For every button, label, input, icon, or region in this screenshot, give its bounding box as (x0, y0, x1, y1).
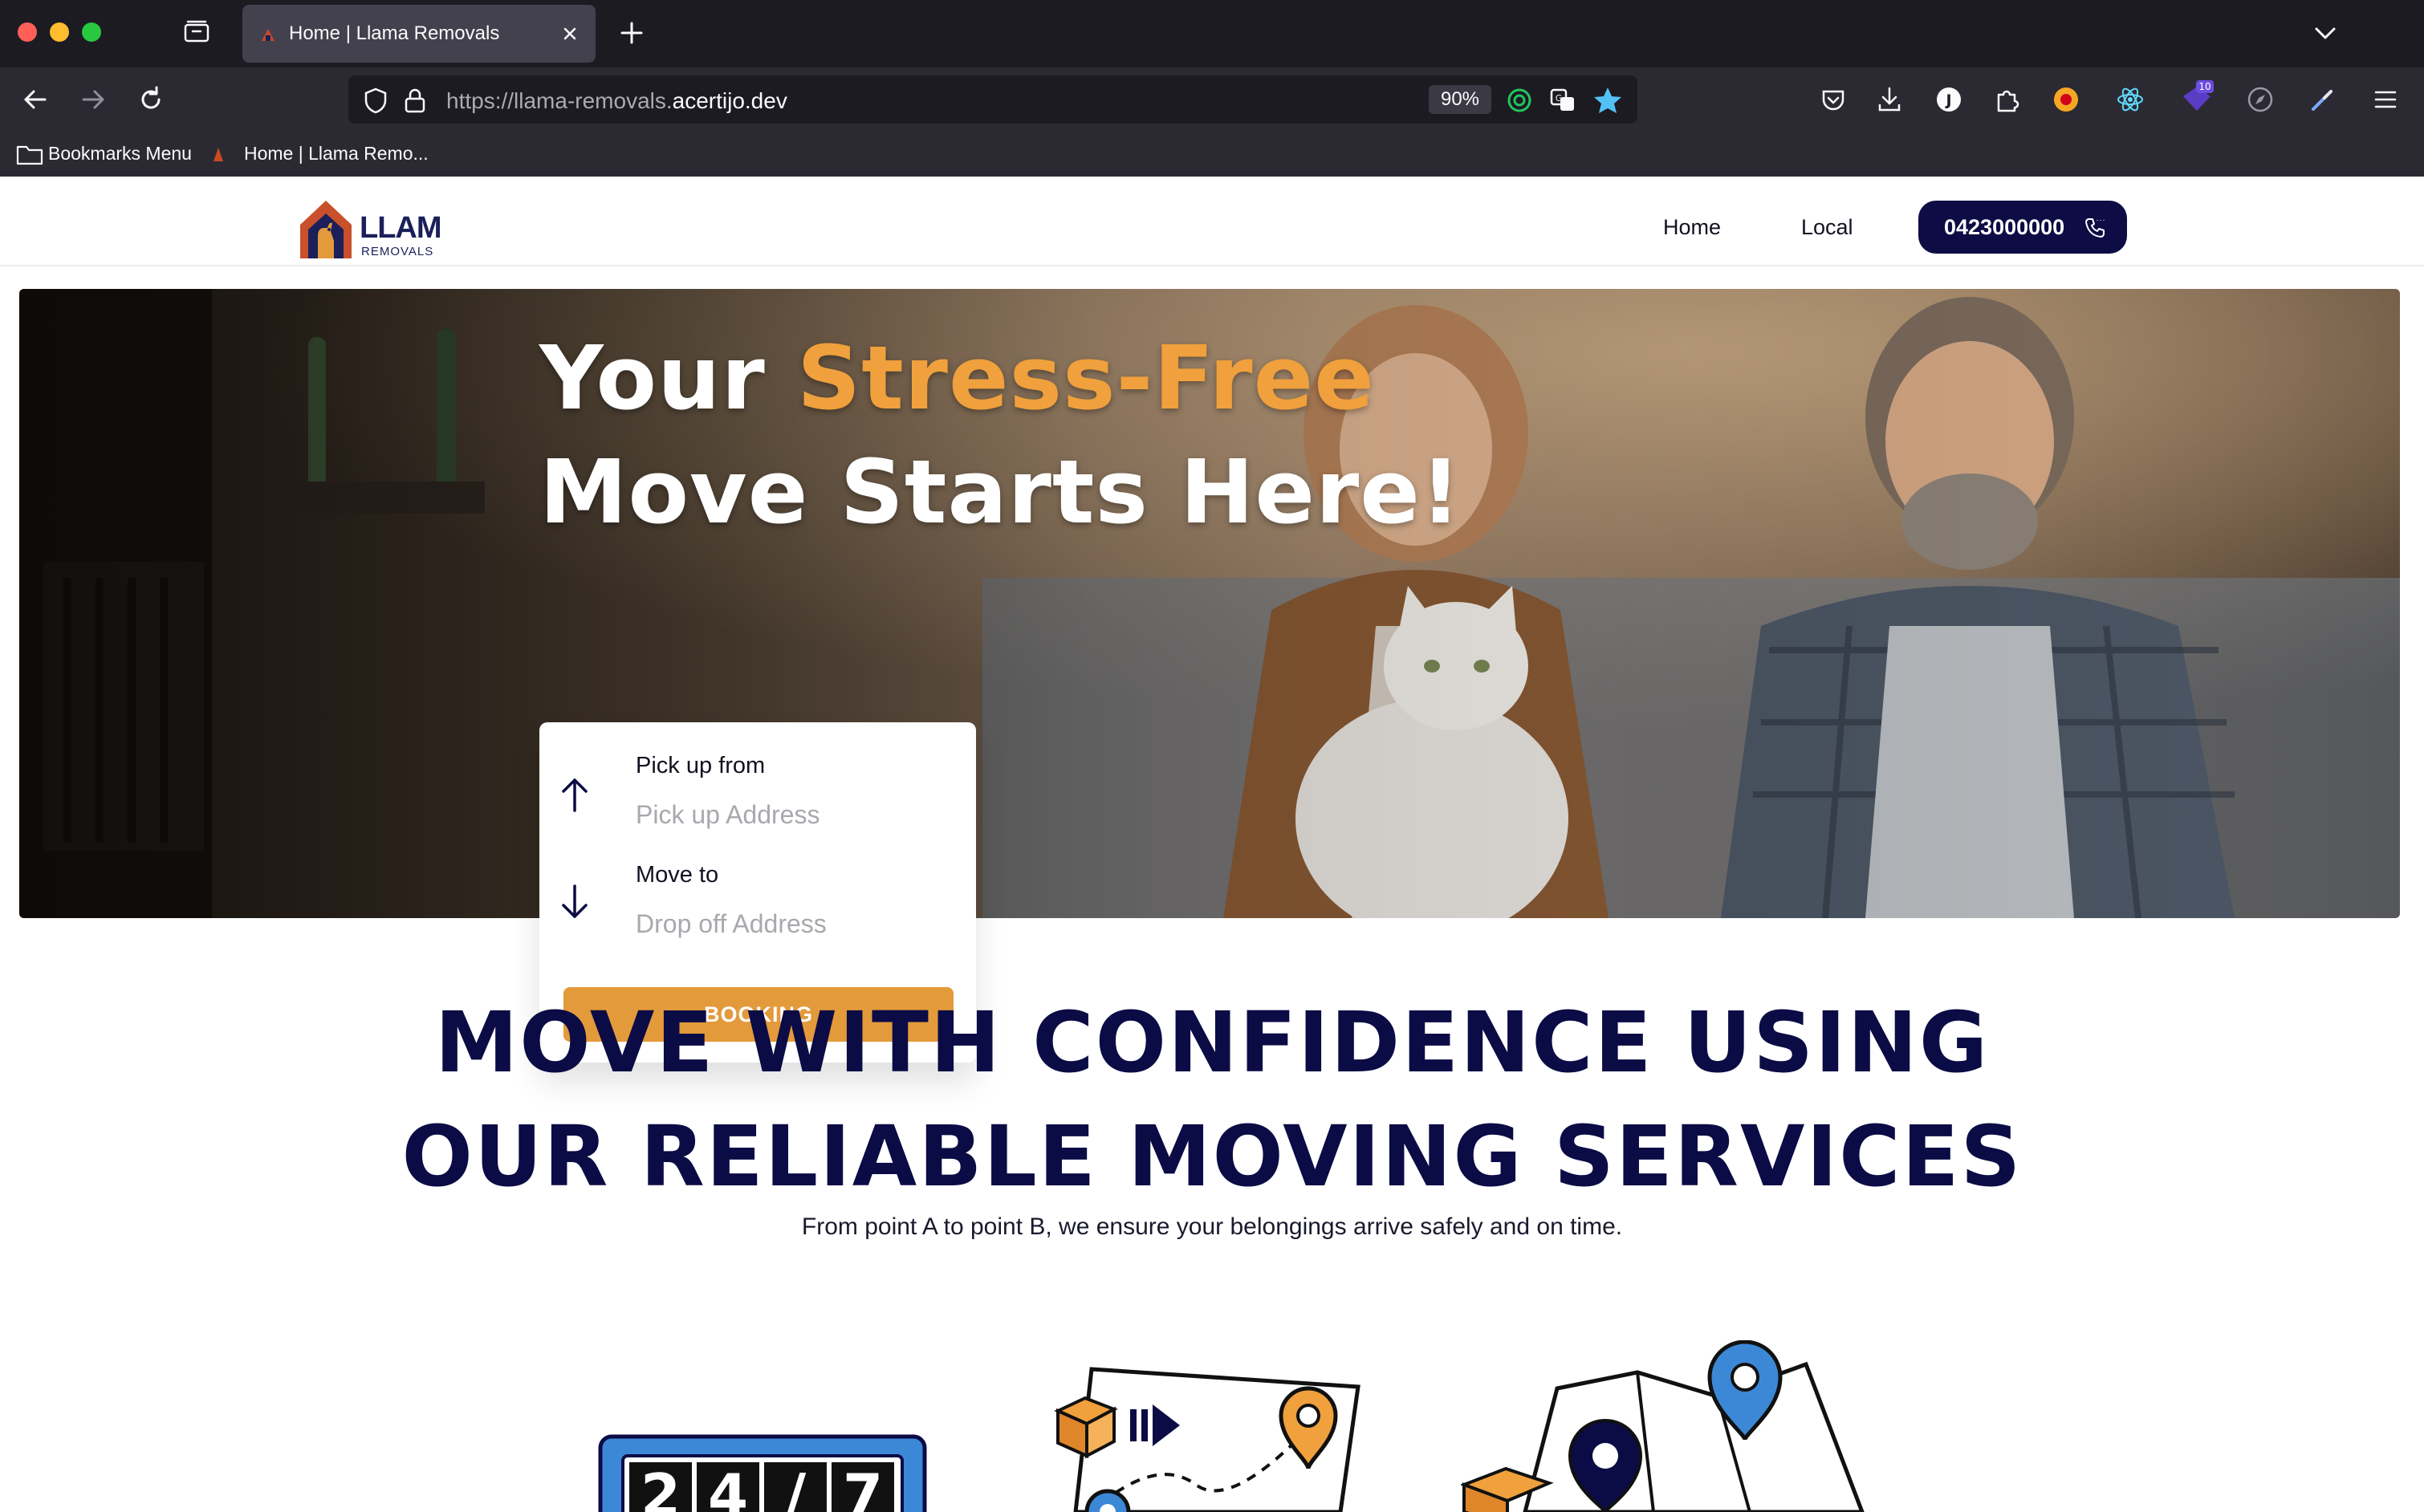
react-devtools-icon[interactable] (2114, 83, 2146, 116)
route-delivery-illustration-icon (1054, 1367, 1360, 1512)
downloads-icon[interactable] (1873, 83, 1905, 116)
logo-subtext: REMOVALS (361, 245, 433, 258)
services-subtitle: From point A to point B, we ensure your … (801, 1213, 1623, 1240)
llama-favicon-icon (214, 148, 223, 161)
compass-icon[interactable] (2244, 83, 2276, 116)
hero-title-accent: Stress-Free (796, 327, 1375, 429)
svg-text:J: J (1944, 91, 1951, 109)
clock-digit-2: 4 (708, 1461, 748, 1512)
nav-link-home[interactable]: Home (1663, 215, 1721, 240)
services-title-line2: OUR RELIABLE MOVING SERVICES (401, 1108, 2023, 1205)
llama-removals-logo[interactable]: LLAMA REMOVALS (297, 196, 441, 260)
reload-icon[interactable] (135, 83, 167, 116)
address-bar[interactable]: https://llama-removals.acertijo.dev 90% … (348, 75, 1637, 124)
bookmark-home-item[interactable]: Home | Llama Remo... (244, 143, 429, 165)
close-window-button[interactable] (18, 22, 37, 42)
extensions-puzzle-icon[interactable] (1991, 83, 2023, 116)
colorful-extension-icon[interactable] (2050, 83, 2082, 116)
arrow-down-icon (562, 884, 588, 918)
site-header: LLAMA REMOVALS Home Local 0423000000 (0, 177, 2424, 266)
url-host: acertijo.dev (672, 88, 787, 113)
folder-icon (16, 145, 43, 165)
llama-favicon-icon (262, 29, 275, 41)
url-prefix: https://llama-removals. (446, 88, 673, 113)
purple-shield-extension-icon[interactable]: 10 (2178, 79, 2215, 116)
back-arrow-icon[interactable] (19, 83, 51, 116)
tracking-shield-icon[interactable] (363, 87, 388, 114)
translate-icon[interactable]: G (1549, 87, 1576, 114)
forward-arrow-icon[interactable] (77, 83, 109, 116)
web-page: LLAMA REMOVALS Home Local 0423000000 (0, 177, 2424, 1512)
hero-headline: Your Stress-Free Move Starts Here! (539, 321, 1462, 549)
zoom-level-badge[interactable]: 90% (1429, 85, 1491, 114)
logo-wordmark: LLAMA (360, 211, 441, 245)
hamburger-menu-icon[interactable] (2369, 83, 2402, 116)
phone-icon (2085, 218, 2105, 238)
pickup-address-input[interactable] (636, 795, 957, 835)
services-title-line1: MOVE WITH CONFIDENCE USING (434, 994, 1990, 1091)
clock-digit-3: / (785, 1461, 807, 1512)
j-extension-icon[interactable]: J (1933, 83, 1965, 116)
bookmarks-toolbar: Bookmarks Menu Home | Llama Remo... (0, 132, 2424, 177)
hero-banner: Your Stress-Free Move Starts Here! (19, 289, 2400, 918)
url-text: https://llama-removals.acertijo.dev (446, 88, 787, 114)
tab-strip: Home | Llama Removals (0, 0, 2424, 67)
bookmarks-menu-item[interactable]: Bookmarks Menu (48, 143, 192, 165)
navigation-toolbar: https://llama-removals.acertijo.dev 90% … (0, 67, 2424, 132)
phone-number: 0423000000 (1944, 215, 2065, 239)
tab-manager-icon[interactable] (183, 19, 210, 43)
hero-title-line2: Move Starts Here! (539, 441, 1462, 543)
map-pins-illustration-icon (1461, 1340, 1865, 1512)
bookmark-star-icon[interactable] (1592, 85, 1623, 116)
nav-link-local[interactable]: Local (1801, 215, 1853, 240)
green-ring-extension-icon[interactable] (1506, 87, 1533, 114)
minimize-window-button[interactable] (50, 22, 69, 42)
dropoff-label: Move to (636, 862, 719, 888)
extension-badge-count: 10 (2198, 81, 2210, 92)
list-all-tabs-chevron-icon[interactable] (2312, 21, 2339, 45)
hero-title-start: Your (539, 327, 797, 429)
svg-text:G: G (1556, 93, 1563, 104)
phone-call-button[interactable]: 0423000000 (1918, 201, 2127, 254)
tab-title: Home | Llama Removals (289, 22, 500, 44)
close-tab-icon[interactable] (559, 22, 581, 45)
browser-chrome: Home | Llama Removals https://llama-remo… (0, 0, 2424, 177)
services-heading: MOVE WITH CONFIDENCE USING OUR RELIABLE M… (0, 986, 2424, 1213)
dropoff-address-input[interactable] (636, 904, 957, 944)
padlock-icon[interactable] (403, 87, 427, 114)
pocket-icon[interactable] (1817, 83, 1849, 116)
color-picker-pen-icon[interactable] (2307, 83, 2339, 116)
clock-digit-1: 2 (641, 1461, 681, 1512)
arrow-up-icon (562, 778, 588, 812)
new-tab-icon[interactable] (618, 19, 645, 47)
clock-digit-4: 7 (843, 1461, 883, 1512)
maximize-window-button[interactable] (82, 22, 101, 42)
tab-active[interactable]: Home | Llama Removals (242, 5, 596, 63)
pickup-label: Pick up from (636, 753, 766, 778)
clock-247-illustration-icon: 2 4 / 7 (598, 1434, 927, 1512)
